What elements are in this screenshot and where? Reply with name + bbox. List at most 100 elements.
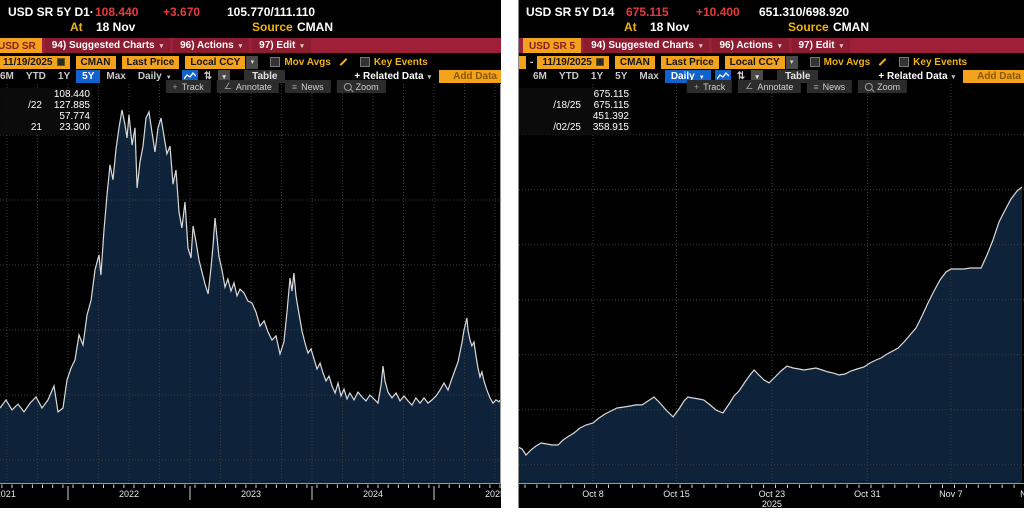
currency-field[interactable]: Local CCY [724, 55, 785, 69]
legend-high-value: 127.885 [53, 100, 90, 111]
edit-menu[interactable]: 97) Edit [791, 38, 851, 53]
annotate-button[interactable]: ∠ Annotate [216, 80, 279, 93]
legend-average-value: 451.392 [592, 111, 629, 122]
currency-dropdown-icon[interactable] [785, 55, 798, 69]
legend-low-date: /02/25 [553, 122, 581, 133]
security-info-line: USD SR 5Y D1· 108.440 +3.670 105.770/111… [0, 5, 501, 19]
magnifier-icon [865, 82, 874, 91]
source-field[interactable]: CMAN [75, 55, 116, 69]
actions-menu[interactable]: 96) Actions [712, 38, 789, 53]
chart-legend: 108.440 /22 127.885 57.774 21 23.300 [0, 88, 92, 135]
tab-1y[interactable]: 1Y [585, 70, 609, 83]
x-tick-label: Oct 15 [663, 489, 690, 499]
calendar-icon[interactable] [56, 58, 65, 66]
pencil-icon[interactable] [878, 58, 887, 66]
x-tick-label: 2022 [119, 489, 139, 499]
price-type-field[interactable]: Last Price [121, 55, 180, 69]
legend-last-value: 108.440 [53, 89, 90, 100]
x-tick-label: Oct 31 [854, 489, 881, 499]
tab-ytd[interactable]: YTD [553, 70, 585, 83]
date-field[interactable]: 11/19/2025 [0, 55, 70, 69]
chart-toolbar: 11/19/2025 CMAN Last Price Local CCY Mov… [0, 55, 501, 69]
tab-5y[interactable]: 5Y [609, 70, 633, 83]
tab-1y[interactable]: 1Y [52, 70, 76, 83]
track-button[interactable]: + Track [686, 80, 733, 93]
key-events-checkbox[interactable] [359, 57, 370, 67]
currency-field[interactable]: Local CCY [185, 55, 246, 69]
annotate-pencil-icon: ∠ [745, 81, 754, 91]
area-fill [519, 187, 1022, 483]
chart-panel-left: 2021 2022 2023 2024 2025 USD SR 5Y D1· 108.4… [0, 0, 501, 508]
legend-average-label [0, 111, 42, 122]
x-tick-label: 2025 [485, 489, 501, 499]
legend-last-label [0, 89, 42, 100]
source-label: Source [252, 20, 293, 34]
annotate-pencil-icon: ∠ [223, 81, 232, 91]
mov-avgs-label[interactable]: Mov Avgs [284, 57, 331, 68]
news-button[interactable]: ≡ News [806, 80, 853, 93]
currency-dropdown-icon[interactable] [246, 55, 259, 69]
news-lines-icon: ≡ [291, 81, 298, 92]
suggested-charts-menu[interactable]: 94) Suggested Charts [44, 38, 171, 53]
legend-low-date: 21 [30, 122, 42, 133]
zoom-button[interactable]: Zoom [336, 80, 386, 93]
chart-tools-row: + Track ∠ Annotate ≡ News Zoom [165, 80, 386, 93]
price-change: +10.400 [696, 5, 740, 19]
legend-last-label [521, 89, 581, 100]
tab-max[interactable]: Max [633, 70, 664, 83]
x-tick-label: 2024 [363, 489, 383, 499]
mov-avgs-label[interactable]: Mov Avgs [824, 57, 871, 68]
tab-max[interactable]: Max [100, 70, 131, 83]
source-value: CMAN [833, 20, 869, 34]
key-events-label[interactable]: Key Events [374, 57, 428, 68]
news-button[interactable]: ≡ News [284, 80, 331, 93]
source-value: CMAN [297, 20, 333, 34]
x-tick-label: 2023 [241, 489, 261, 499]
tab-6m[interactable]: 6M [0, 70, 20, 83]
ticker-input[interactable]: USD SR [0, 38, 42, 53]
magnifier-icon [343, 82, 352, 91]
edit-menu[interactable]: 97) Edit [252, 38, 311, 53]
mov-avgs-checkbox[interactable] [270, 57, 281, 67]
ticker-input[interactable]: USD SR 5 [523, 38, 582, 53]
track-button[interactable]: + Track [165, 80, 211, 93]
chart-panel-right: Oct 8 Oct 15 Oct 23 Oct 31 Nov 7 Nov 14 2025 U… [518, 0, 1024, 508]
tab-ytd[interactable]: YTD [20, 70, 52, 83]
chart-toolbar: - 11/19/2025 CMAN Last Price Local CCY M… [519, 55, 1024, 69]
actions-menu[interactable]: 96) Actions [173, 38, 250, 53]
date-range-dash: - [530, 56, 534, 68]
security-info-line: USD SR 5Y D14 675.115 +10.400 651.310/69… [519, 5, 1024, 19]
add-data-button[interactable]: Add Data [963, 70, 1024, 83]
suggested-charts-menu[interactable]: 94) Suggested Charts [584, 38, 710, 53]
add-data-button[interactable]: Add Data [439, 70, 501, 83]
last-price: 108.440 [95, 5, 139, 19]
annotate-button[interactable]: ∠ Annotate [738, 80, 801, 93]
x-tick-label: Nov 7 [939, 489, 963, 499]
function-menu-bar: USD SR 5 94) Suggested Charts 96) Action… [519, 38, 1024, 53]
zoom-button[interactable]: Zoom [858, 80, 908, 93]
key-events-checkbox[interactable] [899, 57, 910, 67]
crosshair-icon: + [693, 81, 700, 92]
security-info-line2: At 18 Nov Source CMAN [0, 20, 501, 34]
security-info-line2: At 18 Nov Source CMAN [519, 20, 1024, 34]
pencil-icon[interactable] [339, 58, 348, 66]
at-label: At [70, 20, 83, 34]
at-date: 18 Nov [96, 20, 136, 34]
news-lines-icon: ≡ [813, 81, 819, 92]
price-type-field[interactable]: Last Price [660, 55, 719, 69]
calendar-icon[interactable] [595, 58, 604, 66]
x-axis-year-label: 2025 [762, 499, 782, 508]
date-field[interactable]: 11/19/2025 [537, 55, 609, 69]
price-change: +3.670 [163, 5, 201, 19]
at-date: 18 Nov [650, 20, 690, 34]
key-events-label[interactable]: Key Events [913, 57, 967, 68]
start-date-field-clipped[interactable] [519, 55, 526, 69]
chart-tools-row: + Track ∠ Annotate ≡ News Zoom [686, 80, 908, 93]
mov-avgs-checkbox[interactable] [809, 57, 820, 67]
legend-average-value: 57.774 [59, 111, 90, 122]
tab-6m[interactable]: 6M [527, 70, 553, 83]
tab-5y[interactable]: 5Y [76, 70, 101, 83]
at-label: At [624, 20, 637, 34]
last-price: 675.115 [626, 5, 669, 19]
source-field[interactable]: CMAN [614, 55, 655, 69]
